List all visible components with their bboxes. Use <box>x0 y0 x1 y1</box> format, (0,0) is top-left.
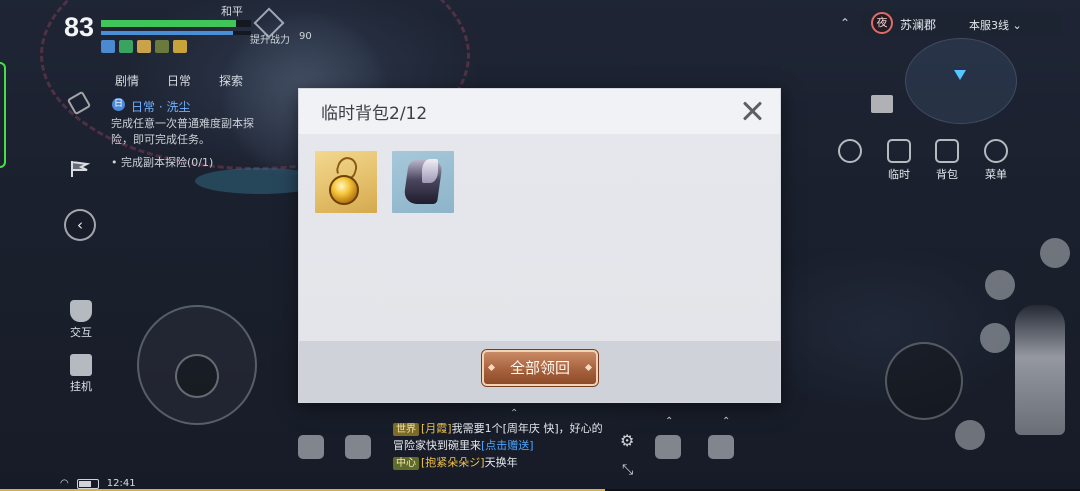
task-description[interactable]: 完成任意一次普通难度副本探险，即可完成任务。 <box>111 116 261 148</box>
menu-icon <box>984 139 1008 163</box>
buff-icon[interactable] <box>155 40 169 53</box>
boots-wing <box>422 159 438 183</box>
chat-line: 世界 [月霞]我需要1个[周年庆 快]，好心的 <box>393 420 623 437</box>
minimap[interactable] <box>905 38 1017 124</box>
chat-text: 天换年 <box>484 456 518 469</box>
skill-button[interactable] <box>980 323 1010 353</box>
tab-story[interactable]: 剧情 <box>115 72 139 89</box>
interact-label: 交互 <box>70 326 92 339</box>
attack-button[interactable] <box>885 342 963 420</box>
system-status: ◠ 12:41 <box>60 478 136 489</box>
mp-bar-fill <box>101 31 233 35</box>
temp-bag-icon <box>887 139 911 163</box>
buff-icon[interactable] <box>173 40 187 53</box>
buff-icon[interactable] <box>101 40 115 53</box>
flag-icon[interactable] <box>70 160 90 178</box>
close-icon[interactable] <box>740 99 764 123</box>
buff-icon[interactable] <box>137 40 151 53</box>
camera-icon[interactable] <box>655 435 681 459</box>
dialog-footer: 全部领回 <box>299 341 780 402</box>
interact-button[interactable]: 交互 <box>64 300 98 340</box>
chat-line: 中心 [抱紧朵朵ジ]天换年 <box>393 454 623 471</box>
joystick-knob[interactable] <box>175 354 219 398</box>
task-title: 日常 · 洗尘 <box>131 100 191 114</box>
collapse-button[interactable]: ‹ <box>64 209 96 241</box>
ranking-icon[interactable] <box>871 95 893 113</box>
mp-bar <box>101 31 251 35</box>
timer-button[interactable] <box>830 139 870 166</box>
amulet-gem <box>329 175 359 205</box>
task-header[interactable]: 日 日常 · 洗尘 <box>112 98 190 115</box>
menu-button[interactable]: 菜单 <box>976 139 1016 182</box>
item-grid <box>299 134 780 341</box>
expand-icon[interactable]: ⤡ <box>622 462 633 478</box>
task-tabs: 剧情 日常 探索 <box>115 72 243 89</box>
chevron-up-icon[interactable]: ⌃ <box>510 408 518 419</box>
skill-button[interactable] <box>1040 238 1070 268</box>
hp-bar-fill <box>101 20 236 27</box>
emote-icon[interactable] <box>708 435 734 459</box>
player-character <box>1015 305 1065 435</box>
pk-status[interactable]: 和平 <box>221 3 243 19</box>
chat-line: 冒险家快到碗里来[点击赠送] <box>393 437 623 454</box>
chevron-down-icon: ⌄ <box>1012 19 1022 32</box>
server-line-select[interactable]: 本服3线 ⌄ <box>969 17 1022 33</box>
bag-button[interactable]: 背包 <box>927 139 967 182</box>
battery-icon <box>76 478 99 489</box>
menu-label: 菜单 <box>985 168 1007 181</box>
buff-list[interactable] <box>101 40 187 53</box>
area-name[interactable]: 苏澜郡 <box>900 16 936 33</box>
player-level: 83 <box>64 12 95 42</box>
auto-play-icon <box>70 354 92 376</box>
auto-play-button[interactable]: 挂机 <box>64 354 98 394</box>
chevron-up-icon[interactable]: ⌃ <box>722 416 730 427</box>
chat-sender[interactable]: [月霞] <box>421 422 452 435</box>
task-progress: • 完成副本探险(0/1) <box>111 156 214 169</box>
daily-badge: 日 <box>112 98 125 111</box>
clock-time: 12:41 <box>106 478 136 489</box>
dodge-button[interactable] <box>955 420 985 450</box>
side-panel-handle[interactable] <box>0 62 6 168</box>
friends-icon[interactable] <box>298 435 324 459</box>
bag-label: 背包 <box>936 168 958 181</box>
channel-tag: 世界 <box>393 423 419 436</box>
dialog-title: 临时背包2/12 <box>321 104 428 124</box>
power-up-label[interactable]: 提升战力 <box>250 31 290 46</box>
chat-text: 冒险家快到碗里来 <box>393 439 481 452</box>
temp-bag-button[interactable]: 临时 <box>879 139 919 182</box>
bag-icon <box>935 139 959 163</box>
player-arrow-icon <box>954 70 966 80</box>
item-slot-amulet[interactable] <box>315 151 377 213</box>
interact-icon <box>70 300 92 322</box>
skill-button[interactable] <box>985 270 1015 300</box>
chevron-up-icon[interactable]: ⌃ <box>665 416 673 427</box>
tab-daily[interactable]: 日常 <box>167 72 191 89</box>
claim-all-button[interactable]: 全部领回 <box>482 350 598 386</box>
night-badge: 夜 <box>871 12 893 34</box>
temp-bag-dialog: 临时背包2/12 全部领回 <box>298 88 781 403</box>
tab-explore[interactable]: 探索 <box>219 72 243 89</box>
chat-panel[interactable]: 世界 [月霞]我需要1个[周年庆 快]，好心的 冒险家快到碗里来[点击赠送] 中心… <box>393 420 623 471</box>
clock-icon <box>838 139 862 163</box>
buff-icon[interactable] <box>119 40 133 53</box>
chat-sender[interactable]: [抱紧朵朵ジ] <box>421 456 485 469</box>
voice-icon[interactable] <box>345 435 371 459</box>
wifi-icon: ◠ <box>60 478 69 489</box>
temp-bag-label: 临时 <box>888 168 910 181</box>
server-line: 本服3线 <box>969 19 1009 32</box>
chevron-up-icon[interactable]: ⌃ <box>840 16 850 30</box>
power-up-value: 90 <box>299 31 312 42</box>
chat-text: 我需要1个[周年庆 快]，好心的 <box>451 422 603 435</box>
chat-link[interactable]: [点击赠送] <box>481 439 534 452</box>
item-slot-boots[interactable] <box>392 151 454 213</box>
auto-play-label: 挂机 <box>70 380 92 393</box>
dialog-header: 临时背包2/12 <box>299 89 780 134</box>
hp-bar <box>101 20 251 27</box>
channel-tag: 中心 <box>393 457 419 470</box>
